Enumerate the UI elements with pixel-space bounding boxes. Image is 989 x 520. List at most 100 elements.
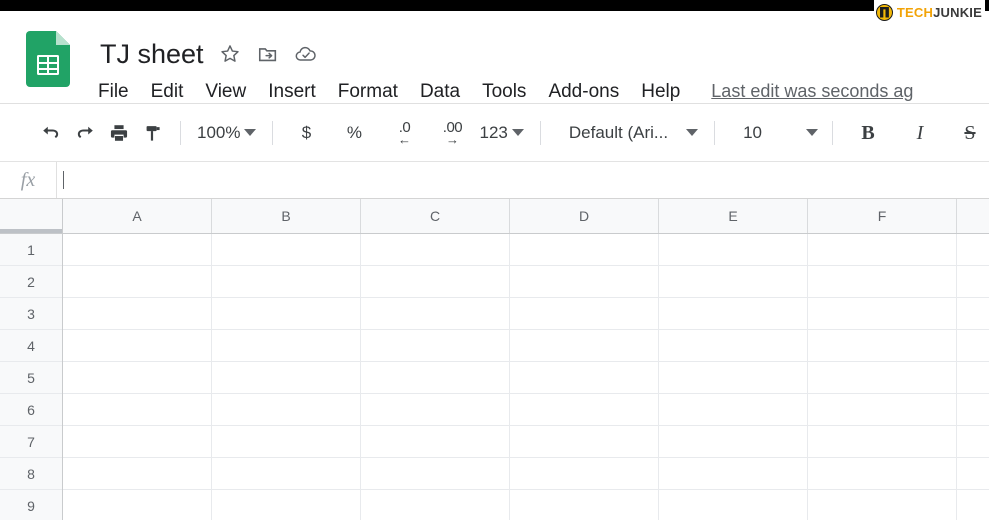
cell-C8[interactable] [361,458,510,489]
cell-D7[interactable] [510,426,659,457]
column-header-f[interactable]: F [808,199,957,233]
cell-E4[interactable] [659,330,808,361]
cell-G1[interactable] [957,234,989,265]
cell-F9[interactable] [808,490,957,520]
cell-F6[interactable] [808,394,957,425]
cell-B2[interactable] [212,266,361,297]
cell-G4[interactable] [957,330,989,361]
row-header-8[interactable]: 8 [0,458,62,490]
row-header-5[interactable]: 5 [0,362,62,394]
menu-item-tools[interactable]: Tools [471,82,537,101]
menu-item-view[interactable]: View [194,82,257,101]
cell-D3[interactable] [510,298,659,329]
cell-F8[interactable] [808,458,957,489]
cell-E5[interactable] [659,362,808,393]
cell-A7[interactable] [63,426,212,457]
column-header-c[interactable]: C [361,199,510,233]
menu-item-data[interactable]: Data [409,82,471,101]
column-header-g-partial[interactable] [957,199,989,233]
cell-D5[interactable] [510,362,659,393]
row-header-6[interactable]: 6 [0,394,62,426]
cell-E1[interactable] [659,234,808,265]
cell-G6[interactable] [957,394,989,425]
cell-C3[interactable] [361,298,510,329]
menu-item-add-ons[interactable]: Add-ons [537,82,630,101]
cell-A1[interactable] [63,234,212,265]
cell-F4[interactable] [808,330,957,361]
strikethrough-button[interactable]: S [953,116,987,150]
cell-F5[interactable] [808,362,957,393]
column-header-a[interactable]: A [63,199,212,233]
cell-D1[interactable] [510,234,659,265]
cell-B8[interactable] [212,458,361,489]
cell-F2[interactable] [808,266,957,297]
font-family-dropdown[interactable]: Default (Ari... [569,116,699,150]
cell-G5[interactable] [957,362,989,393]
cell-B7[interactable] [212,426,361,457]
cell-A9[interactable] [63,490,212,520]
cell-B6[interactable] [212,394,361,425]
cell-A8[interactable] [63,458,212,489]
star-icon[interactable] [218,42,242,66]
select-all-corner[interactable] [0,199,63,233]
menu-item-help[interactable]: Help [630,82,691,101]
row-header-4[interactable]: 4 [0,330,62,362]
cell-A6[interactable] [63,394,212,425]
column-header-d[interactable]: D [510,199,659,233]
cell-G9[interactable] [957,490,989,520]
menu-item-format[interactable]: Format [327,82,409,101]
formula-input[interactable] [57,162,989,198]
cell-B3[interactable] [212,298,361,329]
cell-D2[interactable] [510,266,659,297]
cell-E2[interactable] [659,266,808,297]
column-header-e[interactable]: E [659,199,808,233]
menu-item-edit[interactable]: Edit [140,82,195,101]
percent-format-button[interactable]: % [337,116,371,150]
currency-format-button[interactable]: $ [289,116,323,150]
cell-F1[interactable] [808,234,957,265]
redo-button[interactable] [68,116,102,150]
menu-item-insert[interactable]: Insert [257,82,327,101]
row-header-7[interactable]: 7 [0,426,62,458]
cloud-saved-icon[interactable] [294,42,318,66]
cell-D9[interactable] [510,490,659,520]
row-header-2[interactable]: 2 [0,266,62,298]
cell-F7[interactable] [808,426,957,457]
cell-A2[interactable] [63,266,212,297]
cell-G7[interactable] [957,426,989,457]
document-title[interactable]: TJ sheet [100,40,204,68]
cell-G3[interactable] [957,298,989,329]
cell-C1[interactable] [361,234,510,265]
cell-G2[interactable] [957,266,989,297]
cell-A4[interactable] [63,330,212,361]
cell-F3[interactable] [808,298,957,329]
cell-C2[interactable] [361,266,510,297]
cell-A5[interactable] [63,362,212,393]
cell-E7[interactable] [659,426,808,457]
cell-B9[interactable] [212,490,361,520]
menu-item-file[interactable]: File [98,82,140,101]
paint-format-button[interactable] [136,116,170,150]
number-format-dropdown[interactable]: 123 [479,116,524,150]
cell-C4[interactable] [361,330,510,361]
print-button[interactable] [102,116,136,150]
decrease-decimal-button[interactable]: .0 ← [387,116,421,150]
cell-C6[interactable] [361,394,510,425]
row-header-1[interactable]: 1 [0,234,62,266]
cell-B4[interactable] [212,330,361,361]
increase-decimal-button[interactable]: .00 → [435,116,469,150]
italic-button[interactable]: I [903,116,937,150]
cell-C5[interactable] [361,362,510,393]
last-edit-status[interactable]: Last edit was seconds ag [711,81,913,102]
row-header-3[interactable]: 3 [0,298,62,330]
cell-E3[interactable] [659,298,808,329]
cell-C9[interactable] [361,490,510,520]
cell-G8[interactable] [957,458,989,489]
move-to-folder-icon[interactable] [256,42,280,66]
cell-D4[interactable] [510,330,659,361]
row-header-9[interactable]: 9 [0,490,62,520]
cell-E9[interactable] [659,490,808,520]
cell-D6[interactable] [510,394,659,425]
column-header-b[interactable]: B [212,199,361,233]
cell-C7[interactable] [361,426,510,457]
